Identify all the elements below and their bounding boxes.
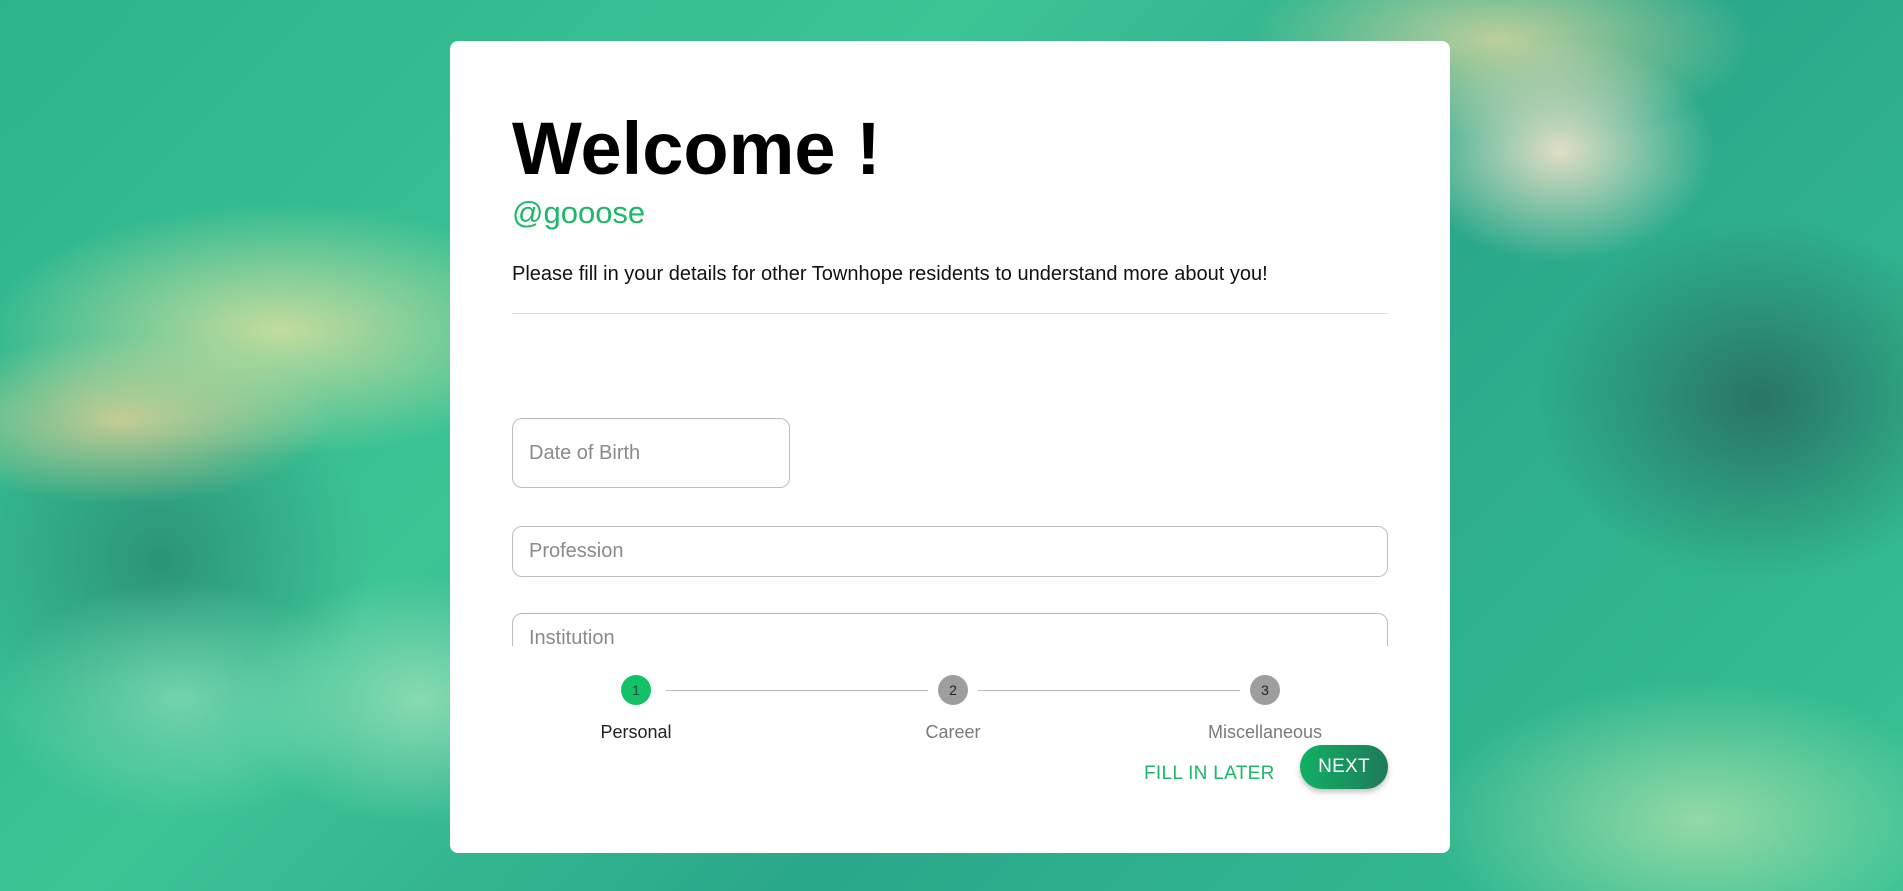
progress-stepper: 1 Personal 2 Career 3 Miscellaneous bbox=[512, 675, 1388, 755]
step-label: Career bbox=[925, 722, 981, 742]
page-title: Welcome ! bbox=[512, 107, 881, 190]
divider bbox=[512, 313, 1388, 314]
institution-field[interactable] bbox=[512, 613, 1388, 646]
date-of-birth-field[interactable] bbox=[512, 418, 790, 488]
fill-in-later-button[interactable]: FILL IN LATER bbox=[1134, 752, 1285, 796]
step-number-circle: 3 bbox=[1250, 675, 1280, 705]
username-handle: @gooose bbox=[512, 195, 646, 230]
onboarding-card: Welcome ! @gooose Please fill in your de… bbox=[450, 41, 1450, 853]
step-personal: 1 Personal bbox=[556, 675, 716, 743]
step-career: 2 Career bbox=[873, 675, 1033, 743]
step-label: Personal bbox=[600, 722, 672, 742]
form-fields-scroll-area[interactable] bbox=[512, 376, 1388, 646]
step-number-circle: 1 bbox=[621, 675, 651, 705]
step-miscellaneous: 3 Miscellaneous bbox=[1185, 675, 1345, 743]
profession-field[interactable] bbox=[512, 526, 1388, 577]
next-button[interactable]: NEXT bbox=[1300, 745, 1388, 789]
intro-text: Please fill in your details for other To… bbox=[512, 263, 1268, 285]
step-label: Miscellaneous bbox=[1207, 722, 1323, 742]
step-number-circle: 2 bbox=[938, 675, 968, 705]
